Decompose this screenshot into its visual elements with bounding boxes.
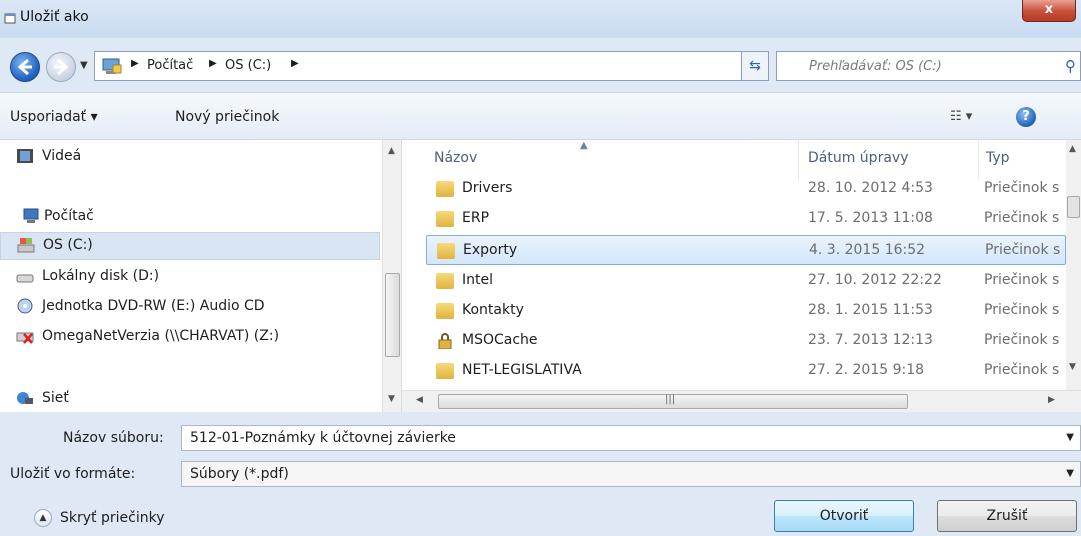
breadcrumb-separator-icon: ▶ [209,58,217,69]
address-row: ▼ ▶ Počítač ▶ OS (C:) ▶ ▼ ⇆ Prehľadávať:… [0,38,1081,92]
cancel-button[interactable]: Zrušiť [937,500,1077,532]
recent-pages-dropdown-icon[interactable]: ▼ [80,60,88,71]
dvd-icon [17,298,33,314]
folder-icon [436,181,454,197]
file-row-drivers[interactable]: Drivers 28. 10. 2012 4:53 Priečinok s [426,174,1066,204]
scroll-up-icon[interactable]: ▲ [1069,144,1076,154]
back-arrow-icon [17,58,32,76]
scroll-left-icon[interactable]: ◀ [416,395,423,405]
folder-icon [437,243,455,259]
computer-icon [23,208,39,223]
filename-field[interactable]: 512-01-Poznámky k účtovnej závierke ▼ [181,425,1081,451]
file-list: ▲ Názov Dátum úpravy Typ Drivers 28. 10.… [402,140,1081,412]
vertical-scrollbar-thumb[interactable] [1067,196,1080,218]
column-header-type[interactable]: Typ [986,150,1010,166]
video-icon [17,149,33,163]
nav-item-network-z[interactable]: OmegaNetVerzia (\\CHARVAT) (Z:) [0,324,380,352]
nav-item-videos[interactable]: Videá [0,144,380,172]
nav-scrollbar-thumb[interactable] [385,273,400,357]
back-button[interactable] [10,52,40,82]
chevron-down-icon[interactable]: ▼ [1066,432,1074,443]
change-view-button[interactable]: ☷ ▾ [950,109,972,124]
app-icon [4,13,16,24]
command-toolbar: Usporiadať ▾ Nový priečinok ☷ ▾ ? [0,92,1081,140]
new-folder-button[interactable]: Nový priečinok [175,109,279,125]
network-drive-icon [16,332,34,344]
nav-item-os-c[interactable]: OS (C:) [0,232,380,260]
folder-icon [436,273,454,289]
nav-item-network[interactable]: Sieť [0,386,380,414]
scroll-right-icon[interactable]: ▶ [1048,395,1055,405]
network-icon [17,392,33,404]
search-input[interactable]: Prehľadávať: OS (C:) ⚲ [776,51,1081,81]
refresh-button[interactable]: ⇆ [741,51,769,81]
column-header-name[interactable]: Názov [434,150,477,166]
chevron-up-icon: ▲ [34,509,52,527]
locked-folder-icon [438,333,452,349]
scroll-up-icon[interactable]: ▲ [388,146,395,156]
window-title: Uložiť ako [20,9,89,25]
organize-button[interactable]: Usporiadať ▾ [10,109,98,125]
forward-button[interactable] [46,52,76,82]
format-select[interactable]: Súbory (*.pdf) ▼ [181,461,1081,487]
help-button[interactable]: ? [1016,107,1036,127]
file-row-erp[interactable]: ERP 17. 5. 2013 11:08 Priečinok s [426,204,1066,234]
breadcrumb-separator-icon: ▶ [131,58,139,69]
grip-icon: ||| [665,394,676,405]
file-row-exporty[interactable]: Exporty 4. 3. 2015 16:52 Priečinok s [426,235,1066,265]
close-button[interactable]: x [1022,0,1076,22]
refresh-icon: ⇆ [749,58,761,74]
file-row-kontakty[interactable]: Kontakty 28. 1. 2015 11:53 Priečinok s [426,296,1066,326]
horizontal-scrollbar-thumb[interactable]: ||| [438,394,908,409]
folder-icon [436,211,454,227]
column-header-date[interactable]: Dátum úpravy [808,150,908,166]
breadcrumb-computer[interactable]: Počítač [147,58,193,73]
folder-icon [436,363,454,379]
file-row-msocache[interactable]: MSOCache 23. 7. 2013 12:13 Priečinok s [426,326,1066,356]
breadcrumb-os-c[interactable]: OS (C:) [225,58,271,73]
file-list-vertical-scrollbar[interactable]: ▲ ▼ [1066,140,1081,390]
filename-label: Názov súboru: [63,430,164,446]
nav-item-computer[interactable]: Počítač [0,204,380,232]
address-bar[interactable]: ▶ Počítač ▶ OS (C:) ▶ ▼ [94,51,821,81]
file-row-net-legislativa[interactable]: NET-LEGISLATIVA 27. 2. 2015 9:18 Priečin… [426,356,1066,386]
nav-item-local-disk-d[interactable]: Lokálny disk (D:) [0,264,380,292]
nav-scrollbar[interactable]: ▲ ▼ [382,140,401,412]
breadcrumb-separator-icon: ▶ [291,58,299,69]
title-bar: Uložiť ako x [0,0,1081,38]
drive-icon [16,274,34,283]
scroll-down-icon[interactable]: ▼ [388,394,395,404]
forward-arrow-icon [54,58,69,76]
nav-item-dvd-e[interactable]: Jednotka DVD-RW (E:) Audio CD [0,294,380,322]
search-placeholder: Prehľadávať: OS (C:) [809,59,942,74]
computer-icon [102,58,122,74]
search-icon[interactable]: ⚲ [1065,57,1076,75]
file-list-horizontal-scrollbar[interactable]: ◀ ||| ▶ [402,390,1081,412]
format-label: Uložiť vo formáte: [10,466,136,482]
file-row-intel[interactable]: Intel 27. 10. 2012 22:22 Priečinok s [426,266,1066,296]
chevron-down-icon[interactable]: ▼ [1066,468,1074,479]
folder-icon [436,303,454,319]
open-button[interactable]: Otvoriť [774,500,914,532]
scroll-down-icon[interactable]: ▼ [1069,362,1076,372]
navigation-pane: Videá Počítač OS (C:) Lokálny disk (D:) … [0,140,402,412]
drive-icon [17,238,35,253]
sort-ascending-icon: ▲ [580,140,588,151]
